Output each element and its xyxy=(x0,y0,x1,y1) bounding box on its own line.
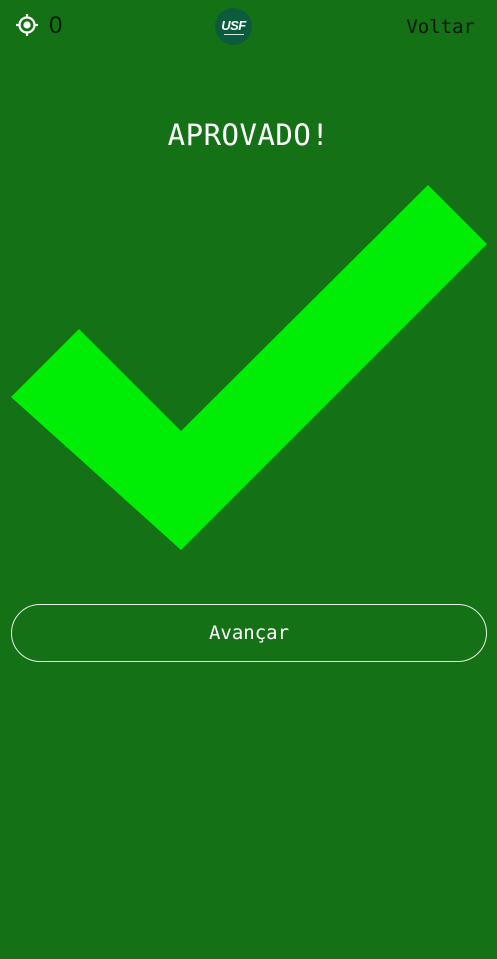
result-title: APROVADO! xyxy=(167,118,330,152)
checkmark-icon xyxy=(11,185,487,550)
app-logo: USF xyxy=(215,8,252,45)
top-bar: 0 USF Voltar xyxy=(0,0,497,54)
back-link[interactable]: Voltar xyxy=(406,16,475,38)
score-counter: 0 xyxy=(49,12,63,39)
crosshair-icon[interactable] xyxy=(14,12,40,38)
logo-text: USF xyxy=(221,17,246,33)
advance-button[interactable]: Avançar xyxy=(11,604,487,662)
logo-underline xyxy=(223,33,244,35)
